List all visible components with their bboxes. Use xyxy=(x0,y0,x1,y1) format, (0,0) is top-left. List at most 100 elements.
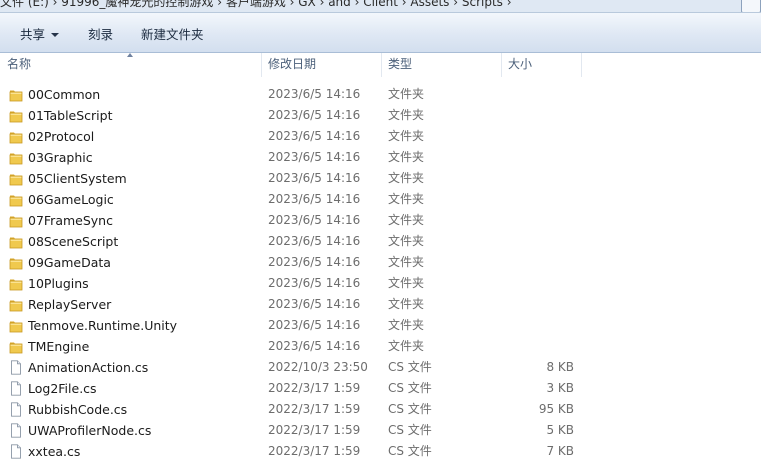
file-icon xyxy=(9,360,23,375)
file-date-modified: 2023/6/5 14:16 xyxy=(268,108,361,122)
folder-icon xyxy=(9,150,23,165)
file-name[interactable]: 08SceneScript xyxy=(28,231,118,252)
file-row[interactable]: 08SceneScript 2023/6/5 14:16 文件夹 xyxy=(0,231,761,252)
column-name-label: 名称 xyxy=(7,57,32,71)
file-date-modified: 2022/3/17 1:59 xyxy=(268,381,361,395)
file-name[interactable]: 01TableScript xyxy=(28,105,113,126)
folder-icon xyxy=(9,171,23,186)
file-size: 8 KB xyxy=(546,360,574,374)
file-date-modified: 2022/3/17 1:59 xyxy=(268,402,361,416)
file-date-modified: 2023/6/5 14:16 xyxy=(268,339,361,353)
file-name[interactable]: 00Common xyxy=(28,84,100,105)
file-type: 文件夹 xyxy=(388,318,425,332)
file-name[interactable]: 02Protocol xyxy=(28,126,94,147)
file-row[interactable]: AnimationAction.cs 2022/10/3 23:50 CS 文件 8 … xyxy=(0,357,761,378)
file-icon xyxy=(9,423,23,438)
folder-icon xyxy=(9,234,23,249)
file-name[interactable]: Log2File.cs xyxy=(28,378,97,399)
file-type: CS 文件 xyxy=(388,444,432,458)
file-row[interactable]: xxtea.cs 2022/3/17 1:59 CS 文件 7 KB xyxy=(0,441,761,462)
file-name[interactable]: 09GameData xyxy=(28,252,111,273)
address-path[interactable]: 文件 (E:) › 91996_魔神宠光的控制游戏 › 客户端游戏 › GX ›… xyxy=(0,0,512,10)
folder-icon xyxy=(9,276,23,291)
file-name[interactable]: 07FrameSync xyxy=(28,210,113,231)
column-divider[interactable] xyxy=(581,53,582,77)
file-row[interactable]: 00Common 2023/6/5 14:16 文件夹 xyxy=(0,84,761,105)
command-toolbar: 共享 刻录 新建文件夹 xyxy=(0,13,761,53)
file-row[interactable]: Log2File.cs 2022/3/17 1:59 CS 文件 3 KB xyxy=(0,378,761,399)
file-name[interactable]: ReplayServer xyxy=(28,294,111,315)
file-name[interactable]: RubbishCode.cs xyxy=(28,399,127,420)
new-folder-button[interactable]: 新建文件夹 xyxy=(141,26,204,44)
file-date-modified: 2023/6/5 14:16 xyxy=(268,255,361,269)
file-name[interactable]: 05ClientSystem xyxy=(28,168,127,189)
address-bar[interactable]: 文件 (E:) › 91996_魔神宠光的控制游戏 › 客户端游戏 › GX ›… xyxy=(0,0,761,13)
file-name[interactable]: 06GameLogic xyxy=(28,189,114,210)
share-button[interactable]: 共享 xyxy=(20,26,60,44)
file-name[interactable]: 10Plugins xyxy=(28,273,89,294)
folder-icon xyxy=(9,108,23,123)
file-name[interactable]: xxtea.cs xyxy=(28,441,80,462)
file-type: 文件夹 xyxy=(388,87,425,101)
file-row[interactable]: TMEngine 2023/6/5 14:16 文件夹 xyxy=(0,336,761,357)
column-type[interactable]: 类型 xyxy=(381,53,501,77)
file-name[interactable]: UWAProfilerNode.cs xyxy=(28,420,151,441)
refresh-button[interactable] xyxy=(741,0,761,12)
file-row[interactable]: UWAProfilerNode.cs 2022/3/17 1:59 CS 文件 5 K… xyxy=(0,420,761,441)
file-row[interactable]: RubbishCode.cs 2022/3/17 1:59 CS 文件 95 KB xyxy=(0,399,761,420)
column-date-modified[interactable]: 修改日期 xyxy=(261,53,381,77)
file-name[interactable]: Tenmove.Runtime.Unity xyxy=(28,315,177,336)
file-date-modified: 2023/6/5 14:16 xyxy=(268,276,361,290)
file-type: CS 文件 xyxy=(388,423,432,437)
file-row[interactable]: 10Plugins 2023/6/5 14:16 文件夹 xyxy=(0,273,761,294)
file-date-modified: 2023/6/5 14:16 xyxy=(268,150,361,164)
column-header-row: 名称 修改日期 类型 大小 xyxy=(0,53,761,77)
folder-icon xyxy=(9,318,23,333)
column-size-label: 大小 xyxy=(508,57,533,71)
file-row[interactable]: 02Protocol 2023/6/5 14:16 文件夹 xyxy=(0,126,761,147)
file-name[interactable]: AnimationAction.cs xyxy=(28,357,148,378)
file-type: CS 文件 xyxy=(388,402,432,416)
file-type: 文件夹 xyxy=(388,276,425,290)
file-date-modified: 2023/6/5 14:16 xyxy=(268,213,361,227)
column-date-label: 修改日期 xyxy=(268,57,317,71)
file-date-modified: 2023/6/5 14:16 xyxy=(268,318,361,332)
file-name[interactable]: 03Graphic xyxy=(28,147,93,168)
file-type: 文件夹 xyxy=(388,234,425,248)
file-name[interactable]: TMEngine xyxy=(28,336,89,357)
burn-button[interactable]: 刻录 xyxy=(88,26,113,44)
file-size: 95 KB xyxy=(538,402,574,416)
file-date-modified: 2023/6/5 14:16 xyxy=(268,297,361,311)
file-type: 文件夹 xyxy=(388,192,425,206)
file-row[interactable]: 09GameData 2023/6/5 14:16 文件夹 xyxy=(0,252,761,273)
file-row[interactable]: Tenmove.Runtime.Unity 2023/6/5 14:16 文件夹 xyxy=(0,315,761,336)
column-type-label: 类型 xyxy=(388,57,413,71)
file-date-modified: 2022/3/17 1:59 xyxy=(268,444,361,458)
folder-icon xyxy=(9,339,23,354)
file-date-modified: 2022/10/3 23:50 xyxy=(268,360,368,374)
file-row[interactable]: ReplayServer 2023/6/5 14:16 文件夹 xyxy=(0,294,761,315)
column-size[interactable]: 大小 xyxy=(501,53,581,77)
file-row[interactable]: 07FrameSync 2023/6/5 14:16 文件夹 xyxy=(0,210,761,231)
folder-icon xyxy=(9,87,23,102)
file-type: 文件夹 xyxy=(388,255,425,269)
file-row[interactable]: 03Graphic 2023/6/5 14:16 文件夹 xyxy=(0,147,761,168)
file-row[interactable]: 05ClientSystem 2023/6/5 14:16 文件夹 xyxy=(0,168,761,189)
file-row[interactable]: 06GameLogic 2023/6/5 14:16 文件夹 xyxy=(0,189,761,210)
burn-label: 刻录 xyxy=(88,27,114,42)
file-type: 文件夹 xyxy=(388,213,425,227)
folder-icon xyxy=(9,297,23,312)
file-type: 文件夹 xyxy=(388,129,425,143)
file-date-modified: 2023/6/5 14:16 xyxy=(268,234,361,248)
file-date-modified: 2023/6/5 14:16 xyxy=(268,87,361,101)
file-icon xyxy=(9,444,23,459)
new-folder-label: 新建文件夹 xyxy=(141,27,204,42)
file-type: 文件夹 xyxy=(388,150,425,164)
file-icon xyxy=(9,381,23,396)
column-name[interactable]: 名称 xyxy=(0,53,261,77)
folder-icon xyxy=(9,213,23,228)
file-row[interactable]: 01TableScript 2023/6/5 14:16 文件夹 xyxy=(0,105,761,126)
file-size: 3 KB xyxy=(546,381,574,395)
folder-icon xyxy=(9,255,23,270)
file-type: CS 文件 xyxy=(388,360,432,374)
